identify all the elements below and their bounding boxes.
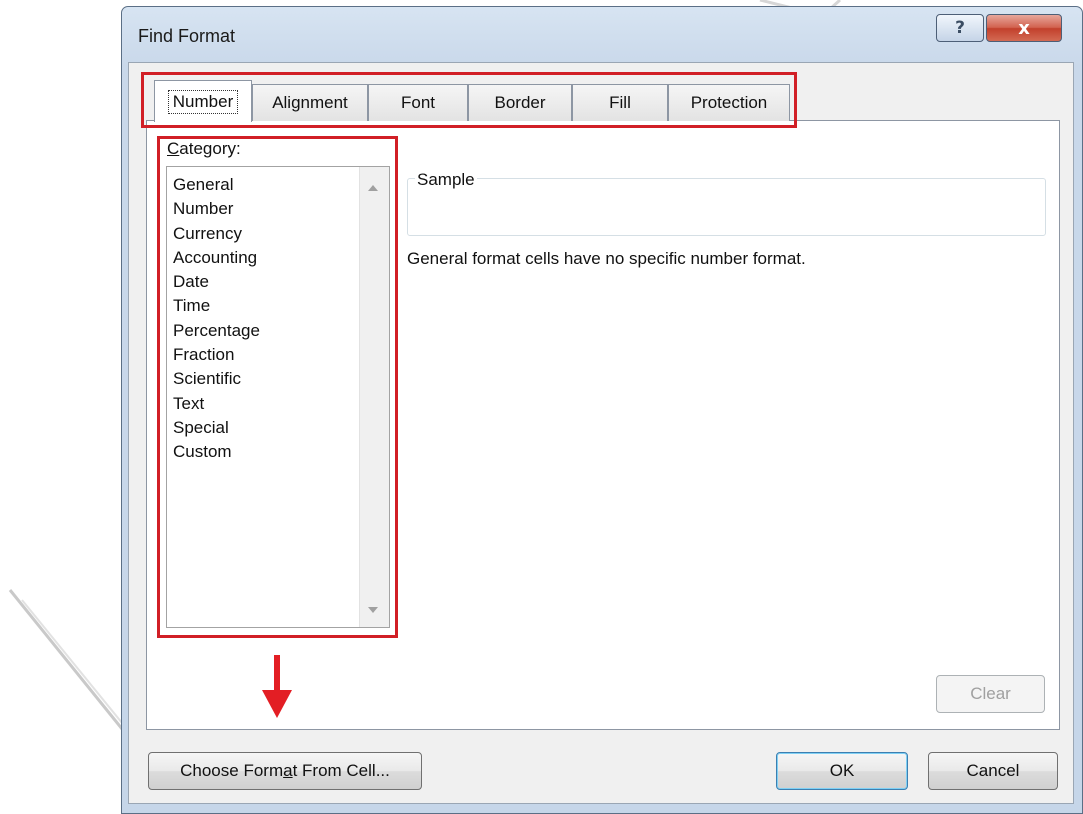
sample-label: Sample — [415, 170, 477, 190]
category-items: General Number Currency Accounting Date … — [173, 173, 260, 465]
tab-label: Font — [400, 93, 436, 112]
tab-fill[interactable]: Fill — [572, 84, 668, 121]
tab-number[interactable]: Number — [154, 80, 252, 122]
help-icon: ? — [955, 18, 965, 38]
help-button[interactable]: ? — [936, 14, 984, 42]
category-item-accounting[interactable]: Accounting — [173, 246, 260, 270]
scroll-down-icon[interactable] — [368, 607, 378, 613]
clear-button[interactable]: Clear — [936, 675, 1045, 713]
tab-font[interactable]: Font — [368, 84, 468, 121]
category-label: Category: — [167, 139, 241, 159]
tab-label: Alignment — [272, 93, 348, 112]
category-item-date[interactable]: Date — [173, 270, 260, 294]
format-description: General format cells have no specific nu… — [407, 249, 806, 268]
scroll-up-icon[interactable] — [368, 185, 378, 191]
tab-border[interactable]: Border — [468, 84, 572, 121]
tab-alignment[interactable]: Alignment — [252, 84, 368, 121]
choose-format-from-cell-button[interactable]: Choose Form a t From Cell... — [148, 752, 422, 790]
category-item-fraction[interactable]: Fraction — [173, 343, 260, 367]
choose-label-start: Choose Form — [180, 761, 284, 780]
tab-label: Protection — [690, 93, 768, 112]
red-arrow-down-icon — [262, 690, 292, 718]
close-button[interactable]: x — [986, 14, 1062, 42]
category-item-time[interactable]: Time — [173, 294, 260, 318]
category-item-general[interactable]: General — [173, 173, 260, 197]
category-item-special[interactable]: Special — [173, 416, 260, 440]
close-icon: x — [1018, 17, 1030, 39]
red-arrow-shaft — [274, 655, 280, 693]
category-label-text: ategory: — [179, 139, 241, 158]
ok-button[interactable]: OK — [776, 752, 908, 790]
sample-groupbox — [407, 178, 1046, 236]
cancel-button[interactable]: Cancel — [928, 752, 1058, 790]
category-label-accelerator: C — [167, 139, 180, 158]
category-scrollbar[interactable] — [359, 167, 389, 627]
choose-label-end: t From Cell... — [292, 761, 390, 780]
category-item-currency[interactable]: Currency — [173, 222, 260, 246]
tab-label: Number — [167, 89, 239, 114]
category-item-scientific[interactable]: Scientific — [173, 367, 260, 391]
choose-label-accelerator: a — [283, 761, 293, 780]
category-listbox[interactable]: General Number Currency Accounting Date … — [166, 166, 390, 628]
category-item-custom[interactable]: Custom — [173, 440, 260, 464]
tab-protection[interactable]: Protection — [668, 84, 790, 121]
tab-label: Fill — [609, 93, 631, 112]
category-item-number[interactable]: Number — [173, 197, 260, 221]
dialog-title: Find Format — [138, 26, 236, 46]
category-item-percentage[interactable]: Percentage — [173, 319, 260, 343]
tab-label: Border — [494, 93, 546, 112]
category-item-text[interactable]: Text — [173, 392, 260, 416]
